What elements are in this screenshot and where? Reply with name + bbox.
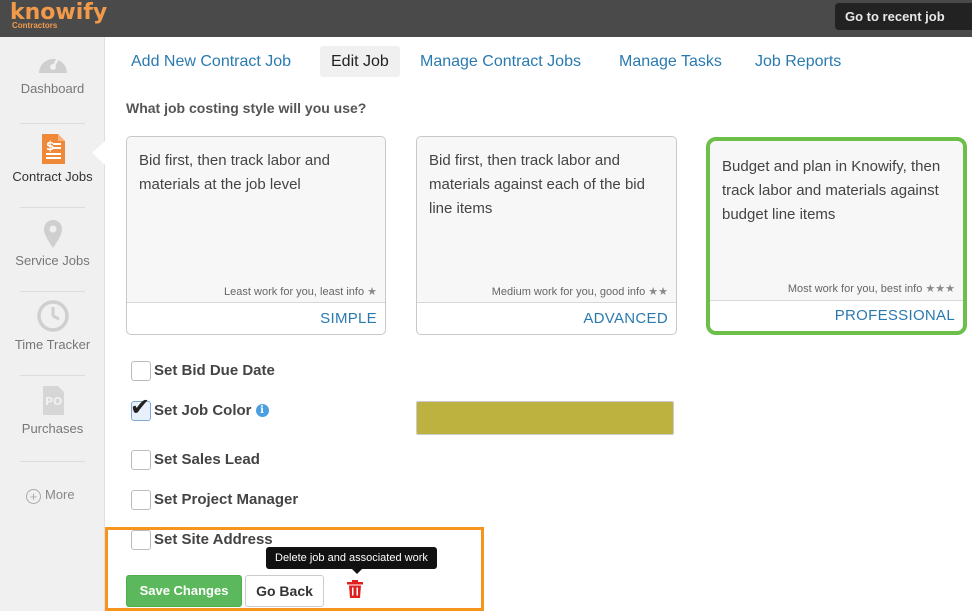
sidebar-item-purchases[interactable]: PO Purchases bbox=[0, 383, 105, 436]
sidebar-divider bbox=[20, 375, 85, 376]
tab-manage-contract-jobs[interactable]: Manage Contract Jobs bbox=[409, 46, 592, 77]
sidebar-item-dashboard[interactable]: Dashboard bbox=[0, 47, 105, 96]
sidebar-label-time-tracker: Time Tracker bbox=[14, 337, 91, 352]
sidebar-item-contract-jobs[interactable]: $ Contract Jobs bbox=[0, 133, 105, 184]
card-body: Bid first, then track labor and material… bbox=[417, 137, 676, 303]
job-color-checkbox[interactable]: ✔ bbox=[130, 396, 151, 421]
note-text: Medium work for you, good info bbox=[491, 286, 646, 298]
project-manager-label: Set Project Manager bbox=[154, 491, 299, 508]
sales-lead-checkbox[interactable] bbox=[131, 450, 151, 470]
gauge-icon bbox=[38, 56, 67, 73]
logo-subtext: Contractors bbox=[12, 21, 58, 30]
project-manager-checkbox[interactable] bbox=[131, 490, 151, 510]
clock-icon bbox=[36, 300, 69, 332]
costing-style-question: What job costing style will you use? bbox=[126, 100, 367, 116]
card-name: PROFESSIONAL bbox=[834, 307, 955, 324]
sidebar-divider bbox=[20, 291, 85, 292]
svg-text:$: $ bbox=[46, 139, 54, 153]
card-description: Budget and plan in Knowify, then track l… bbox=[722, 158, 941, 223]
document-dollar-icon: $ bbox=[41, 134, 65, 164]
bid-due-date-label: Set Bid Due Date bbox=[154, 362, 275, 379]
sidebar-label-dashboard: Dashboard bbox=[20, 81, 85, 96]
info-icon[interactable]: i bbox=[255, 404, 269, 417]
card-name: SIMPLE bbox=[320, 310, 377, 327]
costing-option-simple[interactable]: Bid first, then track labor and material… bbox=[126, 136, 386, 335]
note-text: Most work for you, best info bbox=[787, 283, 923, 295]
card-note: Most work for you, best info ★★★ bbox=[788, 282, 955, 295]
tab-edit-job[interactable]: Edit Job bbox=[320, 46, 400, 77]
sidebar-item-service-jobs[interactable]: Service Jobs bbox=[0, 219, 105, 268]
sidebar-label-purchases: Purchases bbox=[21, 421, 84, 436]
note-text: Least work for you, least info bbox=[224, 286, 365, 298]
go-to-recent-job-button[interactable]: Go to recent job bbox=[835, 3, 972, 30]
star-rating-icon: ★★★ bbox=[925, 283, 955, 295]
card-note: Medium work for you, good info ★★ bbox=[492, 285, 668, 298]
sidebar-item-time-tracker[interactable]: Time Tracker bbox=[0, 299, 105, 352]
delete-tooltip: Delete job and associated work bbox=[266, 547, 437, 574]
costing-option-advanced[interactable]: Bid first, then track labor and material… bbox=[416, 136, 677, 335]
more-label: More bbox=[45, 487, 75, 502]
map-pin-icon bbox=[43, 220, 62, 248]
sidebar-more-button[interactable]: + More bbox=[26, 487, 75, 504]
sidebar-divider bbox=[20, 461, 85, 462]
card-name: ADVANCED bbox=[583, 310, 668, 327]
card-note: Least work for you, least info ★ bbox=[224, 285, 377, 298]
sidebar-label-contract-jobs: Contract Jobs bbox=[12, 169, 93, 184]
checkmark-icon: ✔ bbox=[130, 394, 151, 421]
sidebar-label-service-jobs: Service Jobs bbox=[15, 253, 90, 268]
purchase-order-icon: PO bbox=[42, 386, 64, 415]
tab-manage-tasks[interactable]: Manage Tasks bbox=[608, 46, 733, 77]
costing-option-professional[interactable]: Budget and plan in Knowify, then track l… bbox=[706, 137, 967, 335]
sidebar-divider bbox=[20, 207, 85, 208]
tab-job-reports[interactable]: Job Reports bbox=[744, 46, 852, 77]
job-color-label: Set Job Color i bbox=[154, 402, 269, 419]
sidebar: Dashboard $ Contract Jobs Service Jobs T… bbox=[0, 37, 105, 611]
go-back-button[interactable]: Go Back bbox=[245, 575, 324, 607]
top-bar: knowify Contractors Go to recent job bbox=[0, 0, 972, 37]
tab-add-new-contract-job[interactable]: Add New Contract Job bbox=[120, 46, 302, 77]
svg-text:PO: PO bbox=[45, 395, 62, 408]
card-description: Bid first, then track labor and material… bbox=[139, 152, 330, 193]
sales-lead-label: Set Sales Lead bbox=[154, 451, 260, 468]
save-changes-button[interactable]: Save Changes bbox=[126, 575, 242, 607]
trash-icon[interactable] bbox=[345, 579, 365, 599]
active-item-pointer bbox=[92, 141, 105, 165]
card-body: Budget and plan in Knowify, then track l… bbox=[710, 141, 963, 301]
job-color-label-text: Set Job Color bbox=[154, 402, 252, 419]
sidebar-divider bbox=[20, 123, 85, 124]
plus-circle-icon: + bbox=[26, 489, 41, 504]
bid-due-date-checkbox[interactable] bbox=[131, 361, 151, 381]
job-color-picker[interactable] bbox=[416, 401, 674, 435]
card-body: Bid first, then track labor and material… bbox=[127, 137, 385, 303]
star-rating-icon: ★ bbox=[367, 286, 377, 298]
card-description: Bid first, then track labor and material… bbox=[429, 152, 645, 217]
knowify-logo[interactable]: knowify Contractors bbox=[10, 2, 107, 30]
star-rating-icon: ★★ bbox=[648, 286, 668, 298]
